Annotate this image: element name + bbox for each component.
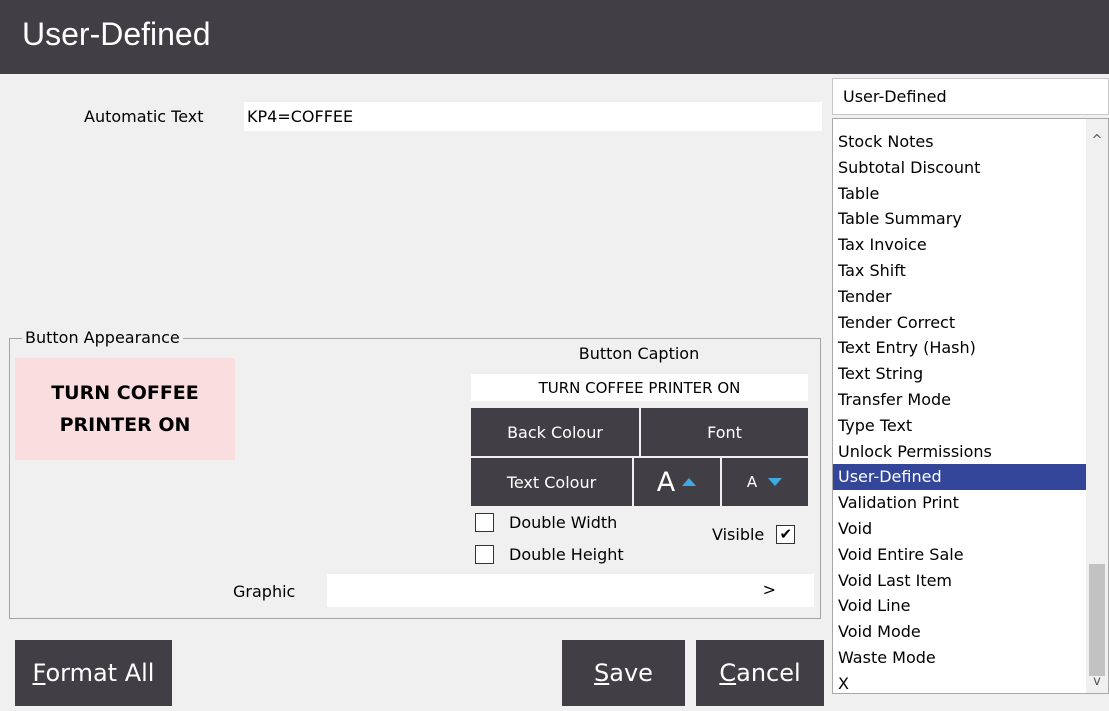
double-height-checkbox[interactable] — [475, 545, 494, 564]
double-height-label: Double Height — [509, 545, 624, 564]
font-large-glyph: A — [656, 466, 676, 498]
title-bar: User-Defined — [0, 0, 1109, 74]
list-item[interactable]: Void Entire Sale — [833, 542, 1087, 568]
function-list[interactable]: Stock Notes Subtotal Discount Table Table S… — [832, 118, 1109, 694]
list-item[interactable]: Type Text — [833, 413, 1087, 439]
visible-option[interactable]: Visible ✔ — [712, 525, 796, 544]
list-item[interactable]: Void Line — [833, 593, 1087, 619]
visible-checkbox[interactable]: ✔ — [776, 525, 796, 544]
triangle-down-icon — [768, 478, 783, 486]
list-item[interactable]: Tax Invoice — [833, 232, 1087, 258]
list-item[interactable]: Tax Shift — [833, 258, 1087, 284]
automatic-text-label: Automatic Text — [84, 107, 204, 126]
list-item[interactable]: Tender — [833, 284, 1087, 310]
double-width-checkbox[interactable] — [475, 513, 494, 532]
scroll-down-icon[interactable]: v — [1086, 674, 1108, 689]
scroll-thumb[interactable] — [1089, 564, 1105, 676]
list-item[interactable]: Unlock Permissions — [833, 439, 1087, 465]
automatic-text-input[interactable] — [244, 102, 822, 131]
graphic-label: Graphic — [233, 582, 296, 601]
scroll-up-icon[interactable]: ^ — [1086, 133, 1108, 148]
double-height-option[interactable]: Double Height — [475, 545, 624, 564]
back-colour-label: Back Colour — [507, 422, 603, 442]
format-all-label: Format All — [32, 659, 155, 687]
font-label: Font — [707, 422, 742, 442]
triangle-up-icon — [682, 478, 697, 486]
visible-label: Visible — [712, 525, 765, 544]
cancel-button[interactable]: Cancel — [696, 640, 824, 706]
list-item[interactable]: Text String — [833, 361, 1087, 387]
button-preview: TURN COFFEE PRINTER ON — [15, 358, 235, 460]
list-item[interactable]: Waste Mode — [833, 645, 1087, 671]
cancel-label: Cancel — [719, 659, 801, 687]
list-item[interactable]: Text Entry (Hash) — [833, 335, 1087, 361]
list-item[interactable]: Stock Notes — [833, 129, 1087, 155]
function-select-value: User-Defined — [843, 87, 947, 106]
font-size-increase-button[interactable]: A — [634, 458, 720, 506]
preview-line-2: PRINTER ON — [59, 414, 191, 436]
graphic-browse-icon[interactable]: > — [763, 580, 776, 599]
text-colour-label: Text Colour — [506, 472, 597, 492]
list-item[interactable]: Subtotal Discount — [833, 155, 1087, 181]
save-button[interactable]: Save — [562, 640, 685, 706]
function-select[interactable]: User-Defined — [832, 78, 1109, 115]
button-caption-input[interactable] — [471, 374, 808, 401]
font-button[interactable]: Font — [641, 408, 808, 456]
list-item[interactable]: Tender Correct — [833, 310, 1087, 336]
save-label: Save — [594, 659, 653, 687]
list-item[interactable]: Transfer Mode — [833, 387, 1087, 413]
list-item[interactable]: Validation Print — [833, 490, 1087, 516]
preview-line-1: TURN COFFEE — [51, 382, 199, 404]
list-item[interactable]: User-Defined — [833, 464, 1087, 491]
font-size-decrease-button[interactable]: A — [722, 458, 808, 506]
font-small-glyph: A — [746, 473, 758, 491]
list-item[interactable]: Void — [833, 516, 1087, 542]
double-width-label: Double Width — [509, 513, 618, 532]
back-colour-button[interactable]: Back Colour — [471, 408, 639, 456]
text-colour-button[interactable]: Text Colour — [471, 458, 632, 506]
list-item[interactable]: Void Mode — [833, 619, 1087, 645]
window-title: User-Defined — [22, 16, 211, 52]
list-item[interactable]: Table Summary — [833, 206, 1087, 232]
button-appearance-legend: Button Appearance — [22, 328, 183, 347]
list-item[interactable]: X — [833, 671, 1087, 693]
list-item[interactable]: Void Last Item — [833, 568, 1087, 594]
function-list-items: Stock Notes Subtotal Discount Table Table S… — [833, 129, 1087, 693]
graphic-field[interactable]: > — [327, 574, 814, 607]
format-all-button[interactable]: Format All — [15, 640, 172, 706]
list-item[interactable]: Table — [833, 181, 1087, 207]
list-scrollbar[interactable]: ^ v — [1086, 119, 1108, 693]
button-preview-text: TURN COFFEE PRINTER ON — [51, 377, 199, 441]
button-caption-label: Button Caption — [578, 344, 700, 363]
double-width-option[interactable]: Double Width — [475, 513, 617, 532]
